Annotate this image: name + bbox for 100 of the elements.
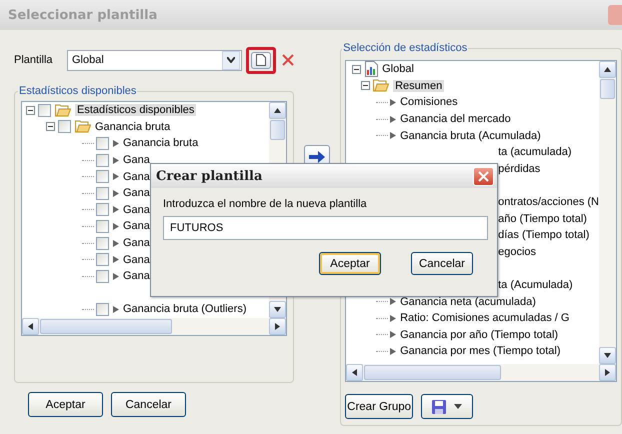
checkbox[interactable]: [96, 302, 109, 316]
checkbox[interactable]: [96, 236, 109, 250]
scroll-left-icon[interactable]: [28, 323, 33, 330]
scroll-up-icon[interactable]: [274, 108, 281, 113]
create-group-button[interactable]: Crear Grupo: [345, 394, 414, 419]
scroll-down-icon[interactable]: [274, 307, 281, 312]
dialog-button[interactable]: Aceptar: [319, 252, 381, 275]
arrow-icon: [390, 331, 396, 338]
arrow-icon: [113, 140, 119, 147]
tree-item[interactable]: Gana: [123, 270, 150, 282]
tree-item[interactable]: Gana: [123, 170, 150, 183]
tree-item[interactable]: ta (Acumulada): [498, 279, 573, 292]
checkbox[interactable]: [96, 186, 109, 200]
caret-icon: [454, 404, 462, 409]
dialog-button[interactable]: Aceptar: [28, 392, 103, 417]
close-button[interactable]: [473, 166, 494, 186]
group-title: Estadísticos disponibles: [18, 85, 138, 97]
save-dropdown-button[interactable]: [421, 394, 474, 419]
tree-item[interactable]: Gana: [123, 254, 150, 266]
checkbox[interactable]: [96, 270, 109, 283]
arrow-icon: [113, 306, 119, 313]
arrow-icon: [113, 190, 119, 197]
scroll-right-icon[interactable]: [605, 369, 610, 376]
tree-item[interactable]: pérdidas: [498, 162, 540, 175]
prompt-text: Introduzca el nombre de la nueva plantilla: [163, 198, 368, 210]
arrow-icon: [113, 256, 119, 264]
checkbox[interactable]: [96, 253, 109, 266]
tree-item[interactable]: Comisiones: [400, 96, 458, 108]
scroll-left-icon[interactable]: [352, 369, 358, 376]
arrow-icon: [113, 240, 119, 247]
document-icon: [256, 54, 266, 66]
tree-item[interactable]: días (Tiempo total): [498, 229, 590, 242]
folder-icon: [75, 120, 91, 134]
tree-item[interactable]: Resumen: [393, 80, 444, 92]
dialog-button[interactable]: Cancelar: [111, 392, 186, 417]
tree-item[interactable]: año (Tiempo total): [498, 212, 587, 225]
collapse-icon[interactable]: [352, 64, 362, 74]
checkbox[interactable]: [96, 154, 109, 167]
checkbox[interactable]: [38, 104, 51, 117]
arrow-icon: [113, 206, 119, 214]
checkbox[interactable]: [96, 136, 109, 150]
name-input[interactable]: FUTUROS: [163, 216, 488, 240]
tree-item[interactable]: Ganancia bruta: [95, 120, 170, 133]
arrow-icon: [390, 298, 396, 306]
delete-button[interactable]: [282, 54, 294, 66]
tree-item[interactable]: Global: [382, 63, 414, 76]
arrow-icon: [113, 156, 119, 164]
group-title: Selección de estadísticos: [342, 42, 468, 54]
checkbox[interactable]: [96, 220, 109, 233]
tree-item[interactable]: Gana: [123, 187, 150, 200]
tree-item[interactable]: egocios: [498, 246, 536, 258]
tree-item[interactable]: ta (acumulada): [498, 146, 572, 158]
arrow-icon: [390, 348, 396, 355]
tree-item[interactable]: Ganancia bruta (Outliers): [123, 303, 246, 316]
checkbox[interactable]: [96, 203, 109, 216]
horizontal-scrollbar[interactable]: [22, 318, 286, 335]
scroll-thumb[interactable]: [600, 79, 615, 99]
arrow-icon: [390, 314, 396, 322]
tree-item[interactable]: Ganancia por mes (Tiempo total): [400, 345, 560, 358]
checkbox[interactable]: [96, 170, 109, 184]
scroll-up-icon[interactable]: [604, 67, 611, 72]
close-icon: [282, 54, 294, 66]
tree-item[interactable]: Ganancia por año (Tiempo total): [400, 328, 558, 341]
vertical-scrollbar[interactable]: [599, 61, 616, 364]
horizontal-scrollbar[interactable]: [346, 364, 616, 381]
collapse-icon[interactable]: [26, 106, 35, 115]
close-icon: [478, 170, 489, 182]
field-label: Plantilla: [14, 54, 54, 66]
tree-item[interactable]: ontratos/acciones (N: [498, 196, 599, 208]
scroll-thumb[interactable]: [364, 365, 502, 380]
collapse-icon[interactable]: [361, 81, 370, 90]
checkbox[interactable]: [58, 120, 71, 134]
folder-icon: [55, 104, 71, 117]
tree-item[interactable]: Gana: [123, 220, 150, 232]
tree-item[interactable]: Gana: [123, 204, 150, 216]
template-dropdown[interactable]: Global: [67, 50, 242, 70]
arrow-icon: [390, 132, 396, 140]
tree-item[interactable]: Ganancia bruta (Acumulada): [400, 130, 541, 142]
dialog-title: Crear plantilla: [156, 168, 262, 184]
tree-item[interactable]: Ganancia neta (acumulada): [400, 296, 536, 308]
arrow-icon: [113, 272, 119, 280]
tree-item[interactable]: Gana: [123, 237, 150, 250]
tree-item[interactable]: Estadísticos disponibles: [75, 104, 196, 116]
window-title: Seleccionar plantilla: [7, 8, 158, 22]
tree-item[interactable]: Ganancia bruta: [123, 137, 198, 150]
new-template-button[interactable]: [251, 52, 271, 68]
dialog-button[interactable]: Cancelar: [411, 252, 473, 275]
folder-icon: [373, 79, 390, 92]
tree-item[interactable]: Ratio: Comisiones acumuladas / G: [400, 312, 570, 324]
scroll-down-icon[interactable]: [604, 353, 611, 358]
arrow-icon: [390, 116, 396, 123]
dropdown-icon[interactable]: [227, 57, 235, 63]
right-arrow-icon: [309, 151, 326, 163]
tree-item[interactable]: Ganancia del mercado: [400, 113, 511, 126]
arrow-icon: [113, 173, 119, 180]
scroll-right-icon[interactable]: [275, 323, 280, 330]
scroll-thumb[interactable]: [270, 120, 285, 140]
scroll-thumb[interactable]: [40, 319, 172, 334]
tree-item[interactable]: Gana: [123, 154, 150, 166]
collapse-icon[interactable]: [46, 122, 55, 132]
